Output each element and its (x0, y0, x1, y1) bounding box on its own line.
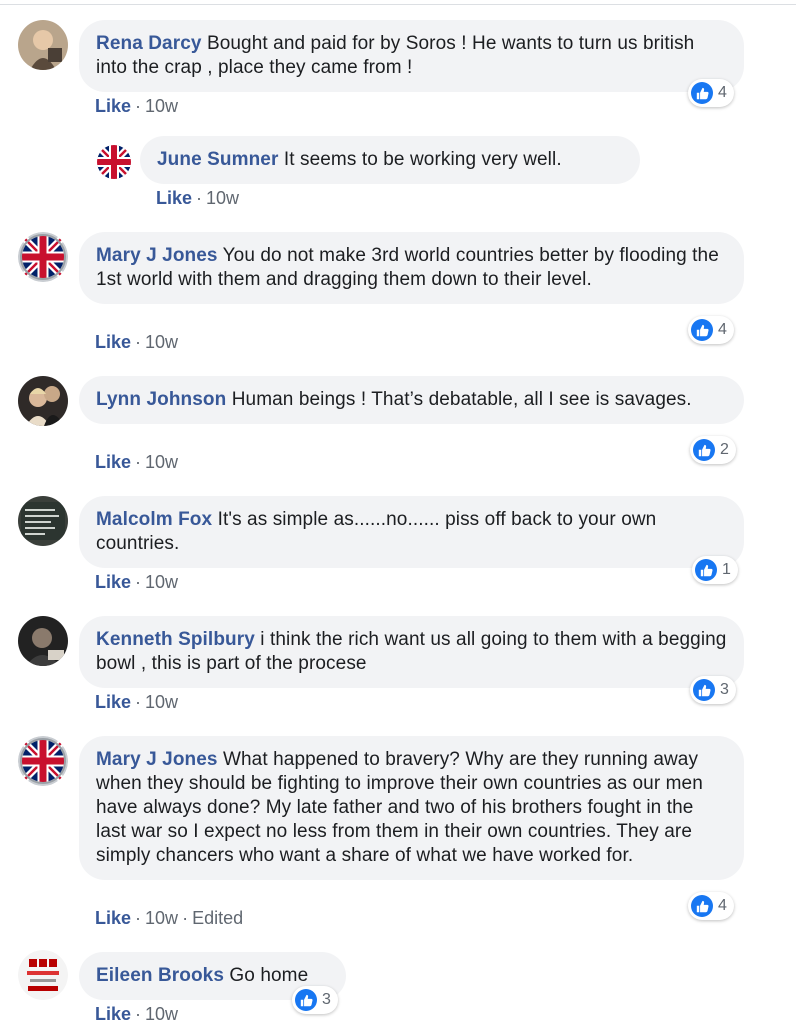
comment-time[interactable]: 10w (145, 1004, 178, 1024)
thumbs-up-icon (693, 439, 715, 461)
like-link[interactable]: Like (95, 332, 131, 352)
thumbs-up-icon (691, 895, 713, 917)
comment-time[interactable]: 10w (145, 452, 178, 472)
comment-bubble: Rena Darcy Bought and paid for by Soros … (79, 20, 744, 92)
avatar[interactable] (18, 616, 68, 666)
comment-bubble: Lynn Johnson Human beings ! That’s debat… (79, 376, 744, 424)
reaction-count[interactable]: 2 (690, 436, 736, 464)
comment-bubble: Malcolm Fox It's as simple as......no...… (79, 496, 744, 568)
thumbs-up-icon (691, 319, 713, 341)
like-link[interactable]: Like (95, 908, 131, 928)
comment-text: It seems to be working very well. (283, 149, 562, 170)
comment-meta: Like · 10w (95, 692, 179, 712)
comment-author[interactable]: Lynn Johnson (96, 389, 226, 410)
reaction-number: 3 (322, 991, 331, 1008)
comment-meta: Like · 10w (95, 96, 179, 116)
avatar[interactable] (18, 950, 68, 1000)
reaction-number: 4 (718, 321, 727, 338)
comment-bubble: Mary J Jones You do not make 3rd world c… (79, 232, 744, 304)
comment-meta: Like · 10w · Edited (95, 908, 244, 928)
top-divider (0, 4, 796, 5)
avatar[interactable] (18, 736, 68, 786)
comment-author[interactable]: Malcolm Fox (96, 509, 212, 530)
reaction-count[interactable]: 3 (292, 986, 338, 1014)
comment-time[interactable]: 10w (145, 692, 178, 712)
comment-text: Human beings ! That’s debatable, all I s… (231, 389, 692, 410)
like-link[interactable]: Like (95, 572, 131, 592)
comment-time[interactable]: 10w (145, 572, 178, 592)
comment-text: Go home (229, 965, 309, 986)
comment-time[interactable]: 10w (145, 332, 178, 352)
reaction-count[interactable]: 4 (688, 316, 734, 344)
comment-meta: Like · 10w (156, 188, 240, 208)
comment-author[interactable]: June Sumner (157, 149, 278, 170)
thumbs-up-icon (695, 559, 717, 581)
avatar[interactable] (18, 232, 68, 282)
like-link[interactable]: Like (95, 692, 131, 712)
comment-meta: Like · 10w (95, 572, 179, 592)
comment-bubble: Mary J Jones What happened to bravery? W… (79, 736, 744, 880)
reaction-number: 2 (720, 441, 729, 458)
avatar[interactable] (18, 20, 68, 70)
avatar[interactable] (18, 376, 68, 426)
like-link[interactable]: Like (156, 188, 192, 208)
reaction-count[interactable]: 3 (690, 676, 736, 704)
like-link[interactable]: Like (95, 452, 131, 472)
avatar[interactable] (97, 145, 131, 179)
comment-author[interactable]: Kenneth Spilbury (96, 629, 255, 650)
reaction-count[interactable]: 1 (692, 556, 738, 584)
comment-author[interactable]: Eileen Brooks (96, 965, 224, 986)
comment-time[interactable]: 10w (145, 96, 178, 116)
comment-time[interactable]: 10w (145, 908, 178, 928)
comment-bubble: June Sumner It seems to be working very … (140, 136, 640, 184)
thumbs-up-icon (691, 82, 713, 104)
like-link[interactable]: Like (95, 96, 131, 116)
like-link[interactable]: Like (95, 1004, 131, 1024)
comment-meta: Like · 10w (95, 1004, 179, 1024)
comment-author[interactable]: Mary J Jones (96, 245, 218, 266)
comment-time[interactable]: 10w (206, 188, 239, 208)
comment-author[interactable]: Rena Darcy (96, 33, 202, 54)
reaction-count[interactable]: 4 (688, 892, 734, 920)
reaction-number: 4 (718, 84, 727, 101)
comment-author[interactable]: Mary J Jones (96, 749, 218, 770)
reaction-number: 3 (720, 681, 729, 698)
comment-meta: Like · 10w (95, 332, 179, 352)
comment-bubble: Kenneth Spilbury i think the rich want u… (79, 616, 744, 688)
reaction-number: 1 (722, 561, 731, 578)
comment-meta: Like · 10w (95, 452, 179, 472)
edited-label[interactable]: Edited (192, 908, 243, 928)
reaction-number: 4 (718, 897, 727, 914)
avatar[interactable] (18, 496, 68, 546)
thumbs-up-icon (295, 989, 317, 1011)
reaction-count[interactable]: 4 (688, 79, 734, 107)
thumbs-up-icon (693, 679, 715, 701)
